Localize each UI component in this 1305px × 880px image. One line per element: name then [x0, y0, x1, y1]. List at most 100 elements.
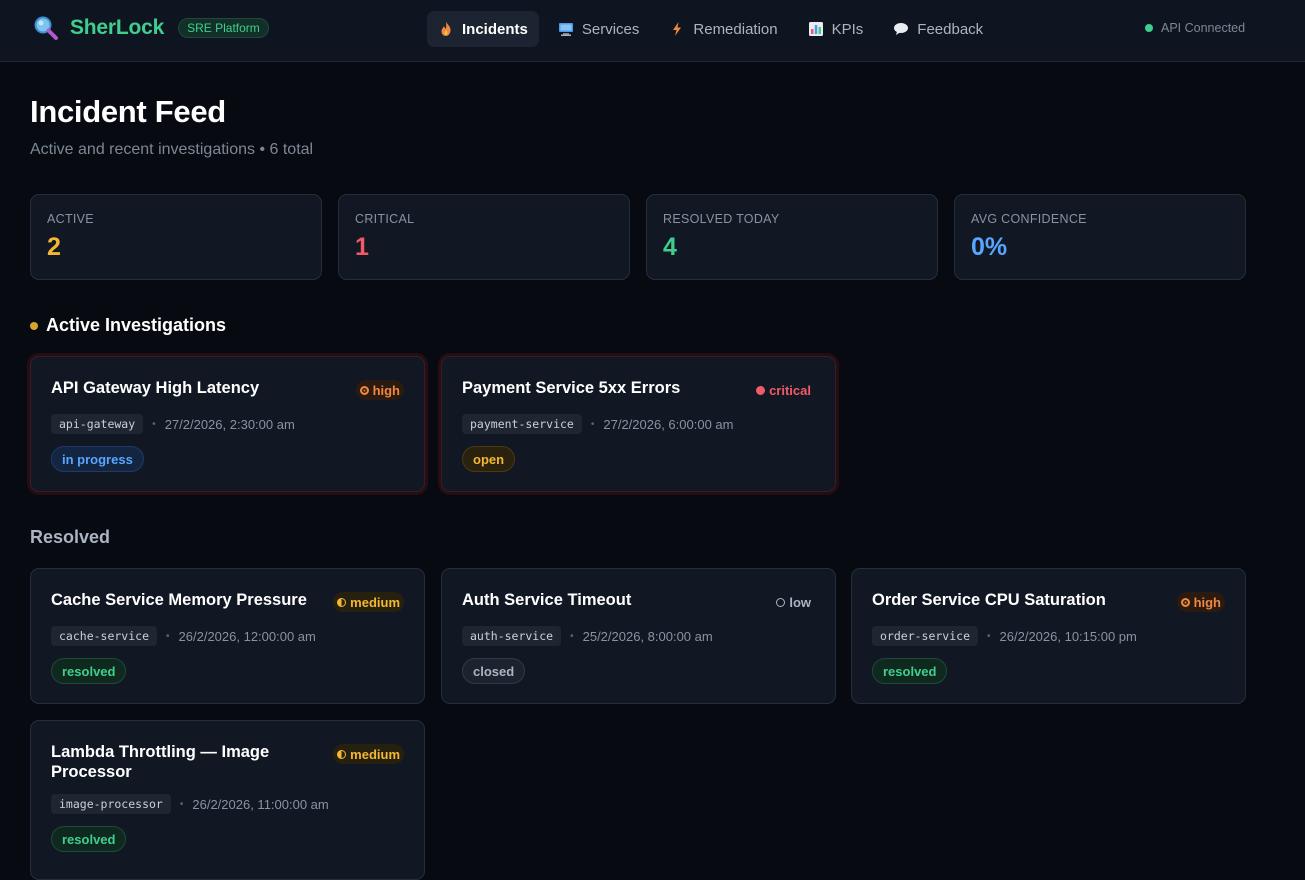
separator: •	[590, 418, 595, 430]
nav-item-remediation[interactable]: Remediation	[658, 11, 788, 47]
status-pill: resolved	[51, 826, 127, 852]
severity-label: medium	[350, 594, 400, 610]
target-icon	[1180, 597, 1190, 607]
service-tag: api-gateway	[51, 414, 144, 434]
top-navigation-bar: SherLock SRE Platform Incidents Services…	[0, 0, 1305, 62]
nav-label-kpis: KPIs	[831, 20, 864, 38]
incident-card[interactable]: Auth Service Timeout low auth-service • …	[441, 568, 836, 704]
brand-name: SherLock	[70, 16, 165, 39]
incident-meta: cache-service • 26/2/2026, 12:00:00 am	[51, 626, 316, 646]
severity-badge: critical	[752, 380, 815, 400]
severity-badge: medium	[333, 592, 404, 612]
stat-card-avg-confidence: AVG CONFIDENCE 0%	[954, 194, 1246, 280]
section-title: Active Investigations	[46, 315, 227, 335]
target-icon	[359, 385, 369, 395]
nav-label-incidents: Incidents	[462, 20, 528, 38]
speech-bubble-icon	[893, 21, 909, 37]
section-dot-icon	[30, 321, 38, 330]
section-title: Resolved	[30, 527, 111, 547]
nav-label-feedback: Feedback	[917, 20, 984, 38]
nav-item-incidents[interactable]: Incidents	[427, 11, 539, 47]
stat-card-active: ACTIVE 2	[30, 194, 322, 280]
platform-badge: SRE Platform	[178, 18, 269, 38]
severity-label: low	[789, 594, 811, 610]
red-circle-icon	[756, 385, 766, 395]
status-pill: resolved	[872, 658, 948, 684]
separator: •	[152, 418, 156, 430]
severity-badge: low	[772, 592, 815, 612]
incident-title: Auth Service Timeout	[462, 591, 632, 609]
severity-badge: high	[1176, 592, 1225, 612]
incident-time: 26/2/2026, 10:15:00 pm	[999, 628, 1137, 644]
severity-label: high	[372, 382, 400, 398]
status-dot-icon	[1145, 24, 1153, 32]
lightning-icon	[669, 21, 685, 37]
incident-meta: payment-service • 27/2/2026, 6:00:00 am	[462, 414, 733, 434]
stat-card-critical: CRITICAL 1	[338, 194, 630, 280]
incident-title: Cache Service Memory Pressure	[51, 591, 307, 609]
severity-badge: high	[355, 380, 404, 400]
fire-icon	[438, 21, 454, 37]
brand[interactable]: SherLock SRE Platform	[32, 14, 269, 42]
incident-card[interactable]: Lambda Throttling — Image Processor medi…	[30, 720, 425, 880]
page-title: Incident Feed	[30, 94, 226, 129]
severity-label: critical	[769, 382, 811, 398]
nav-item-kpis[interactable]: KPIs	[797, 11, 875, 47]
stat-label: CRITICAL	[355, 212, 415, 226]
incident-title: Payment Service 5xx Errors	[462, 379, 681, 397]
computer-icon	[558, 21, 574, 37]
nav-item-feedback[interactable]: Feedback	[882, 11, 994, 47]
service-tag: image-processor	[51, 794, 171, 814]
nav-item-services[interactable]: Services	[547, 11, 651, 47]
separator: •	[166, 630, 170, 642]
bar-chart-icon	[808, 21, 824, 37]
incident-card[interactable]: Order Service CPU Saturation high order-…	[851, 568, 1246, 704]
api-status-text: API Connected	[1161, 21, 1246, 35]
service-tag: auth-service	[462, 626, 562, 646]
status-pill: open	[462, 446, 516, 472]
main-nav: Incidents Services Remediation KPIs Feed…	[427, 11, 994, 47]
magnifying-glass-icon	[32, 14, 60, 42]
incident-card[interactable]: Payment Service 5xx Errors critical paym…	[441, 356, 836, 492]
stat-card-resolved-today: RESOLVED TODAY 4	[646, 194, 938, 280]
incident-time: 26/2/2026, 11:00:00 am	[192, 796, 329, 812]
severity-label: medium	[350, 746, 400, 762]
incident-time: 25/2/2026, 8:00:00 am	[582, 628, 713, 644]
nav-label-services: Services	[581, 20, 640, 38]
separator: •	[179, 798, 184, 810]
status-pill: in progress	[51, 446, 144, 472]
service-tag: order-service	[872, 626, 979, 646]
stat-label: AVG CONFIDENCE	[971, 212, 1087, 226]
service-tag: cache-service	[51, 626, 158, 646]
incident-title: Lambda Throttling — Image Processor	[51, 743, 270, 781]
incident-meta: api-gateway • 27/2/2026, 2:30:00 am	[51, 414, 295, 434]
stat-value: 4	[663, 233, 677, 261]
incident-title: Order Service CPU Saturation	[872, 591, 1106, 609]
half-circle-icon	[337, 597, 347, 607]
incident-meta: auth-service • 25/2/2026, 8:00:00 am	[462, 626, 713, 646]
incident-card[interactable]: Cache Service Memory Pressure medium cac…	[30, 568, 425, 704]
service-tag: payment-service	[462, 414, 582, 434]
incident-time: 26/2/2026, 12:00:00 am	[178, 628, 316, 644]
separator: •	[570, 630, 574, 642]
status-pill: closed	[462, 658, 526, 684]
page-subtitle: Active and recent investigations • 6 tot…	[30, 141, 314, 158]
stat-value: 2	[47, 233, 61, 261]
incident-meta: order-service • 26/2/2026, 10:15:00 pm	[872, 626, 1137, 646]
section-resolved: Resolved	[30, 527, 110, 548]
incident-time: 27/2/2026, 2:30:00 am	[164, 416, 295, 432]
separator: •	[987, 630, 991, 642]
stat-value: 1	[355, 233, 369, 261]
incident-card[interactable]: API Gateway High Latency high api-gatewa…	[30, 356, 425, 492]
severity-label: high	[1193, 594, 1221, 610]
incident-meta: image-processor • 26/2/2026, 11:00:00 am	[51, 794, 329, 814]
nav-label-remediation: Remediation	[693, 20, 778, 38]
incident-title: API Gateway High Latency	[51, 379, 260, 397]
stat-value: 0%	[971, 233, 1008, 261]
status-pill: resolved	[51, 658, 127, 684]
stat-label: RESOLVED TODAY	[663, 212, 780, 226]
half-circle-icon	[337, 749, 347, 759]
section-active-investigations: Active Investigations	[30, 315, 226, 336]
empty-circle-icon	[776, 597, 786, 607]
severity-badge: medium	[333, 744, 404, 764]
